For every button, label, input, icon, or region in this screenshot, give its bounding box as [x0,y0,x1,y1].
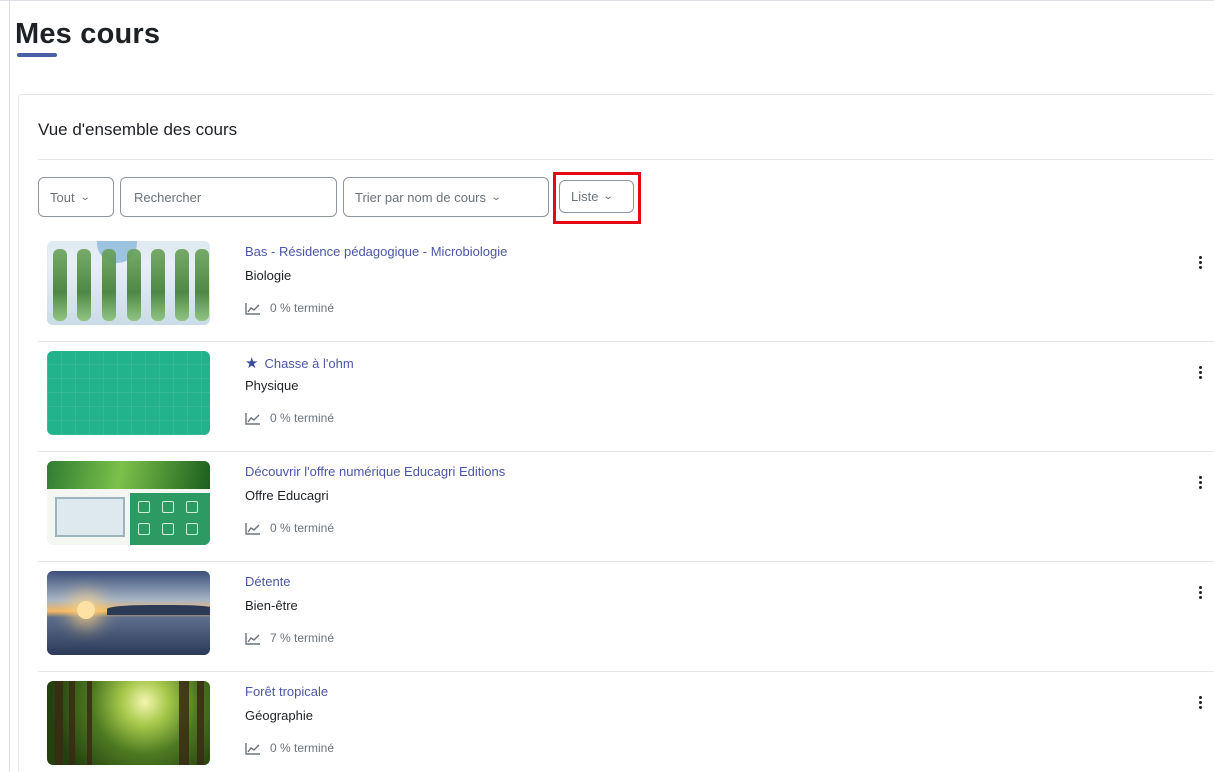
course-progress: 0 % terminé [245,521,334,535]
sort-dropdown-label: Trier par nom de cours [355,189,487,205]
course-item: Bas - Résidence pédagogique - Microbiolo… [38,232,1214,342]
course-category: Offre Educagri [245,488,329,503]
chevron-down-icon: ⌄ [490,191,502,203]
star-icon: ★ [245,355,259,372]
course-menu-button[interactable] [1190,691,1210,713]
page-title: Mes cours [15,18,161,50]
course-item: Découvrir l'offre numérique Educagri Edi… [38,452,1214,562]
course-item: Détente Bien-être 7 % terminé [38,562,1214,672]
chart-line-icon [245,522,260,535]
course-name: Détente [245,574,291,589]
search-placeholder: Rechercher [134,189,202,205]
course-category: Biologie [245,268,292,283]
course-progress-text: 0 % terminé [270,301,335,315]
course-menu-button[interactable] [1190,361,1210,383]
course-name-link[interactable]: Forêt tropicale [245,684,328,699]
course-category: Géographie [245,708,313,723]
course-progress-text: 0 % terminé [270,521,335,535]
chart-line-icon [245,742,260,755]
left-border [9,0,10,772]
course-thumbnail[interactable] [47,241,210,325]
course-item: Forêt tropicale Géographie 0 % terminé [38,672,1214,772]
course-category: Bien-être [245,598,298,613]
course-progress-text: 0 % terminé [270,411,335,425]
chart-line-icon [245,632,260,645]
course-progress-text: 0 % terminé [270,741,335,755]
course-item: ★ Chasse à l'ohm Physique 0 % terminé [38,342,1214,452]
filter-dropdown[interactable]: Tout ⌄ [38,177,114,217]
course-name: Bas - Résidence pédagogique - Microbiolo… [245,244,508,259]
course-thumbnail[interactable] [47,461,210,545]
course-menu-button[interactable] [1190,251,1210,273]
chart-line-icon [245,412,260,425]
course-name-link[interactable]: Bas - Résidence pédagogique - Microbiolo… [245,244,507,259]
course-progress: 0 % terminé [245,301,334,315]
course-name-link[interactable]: Détente [245,574,291,589]
course-progress: 7 % terminé [245,631,334,645]
course-name: Chasse à l'ohm [264,355,354,371]
highlight-box [553,172,641,224]
header-divider [38,159,1214,160]
chart-line-icon [245,302,260,315]
course-progress: 0 % terminé [245,411,334,425]
course-menu-button[interactable] [1190,581,1210,603]
course-thumbnail[interactable] [47,571,210,655]
top-border [0,0,1214,9]
course-name-link[interactable]: Découvrir l'offre numérique Educagri Edi… [245,464,505,479]
search-input[interactable]: Rechercher [120,177,337,217]
course-name: Forêt tropicale [245,684,329,699]
chevron-down-icon: ⌄ [79,191,91,203]
title-underline [17,53,57,57]
course-category: Physique [245,378,299,393]
filter-dropdown-label: Tout [50,189,75,205]
course-thumbnail[interactable] [47,681,210,765]
sort-dropdown[interactable]: Trier par nom de cours ⌄ [343,177,549,217]
course-name: Découvrir l'offre numérique Educagri Edi… [245,464,506,479]
card-header: Vue d'ensemble des cours [38,120,238,139]
course-menu-button[interactable] [1190,471,1210,493]
course-progress-text: 7 % terminé [270,631,335,645]
course-progress: 0 % terminé [245,741,334,755]
course-name-link[interactable]: ★ Chasse à l'ohm [245,354,354,372]
course-thumbnail[interactable] [47,351,210,435]
